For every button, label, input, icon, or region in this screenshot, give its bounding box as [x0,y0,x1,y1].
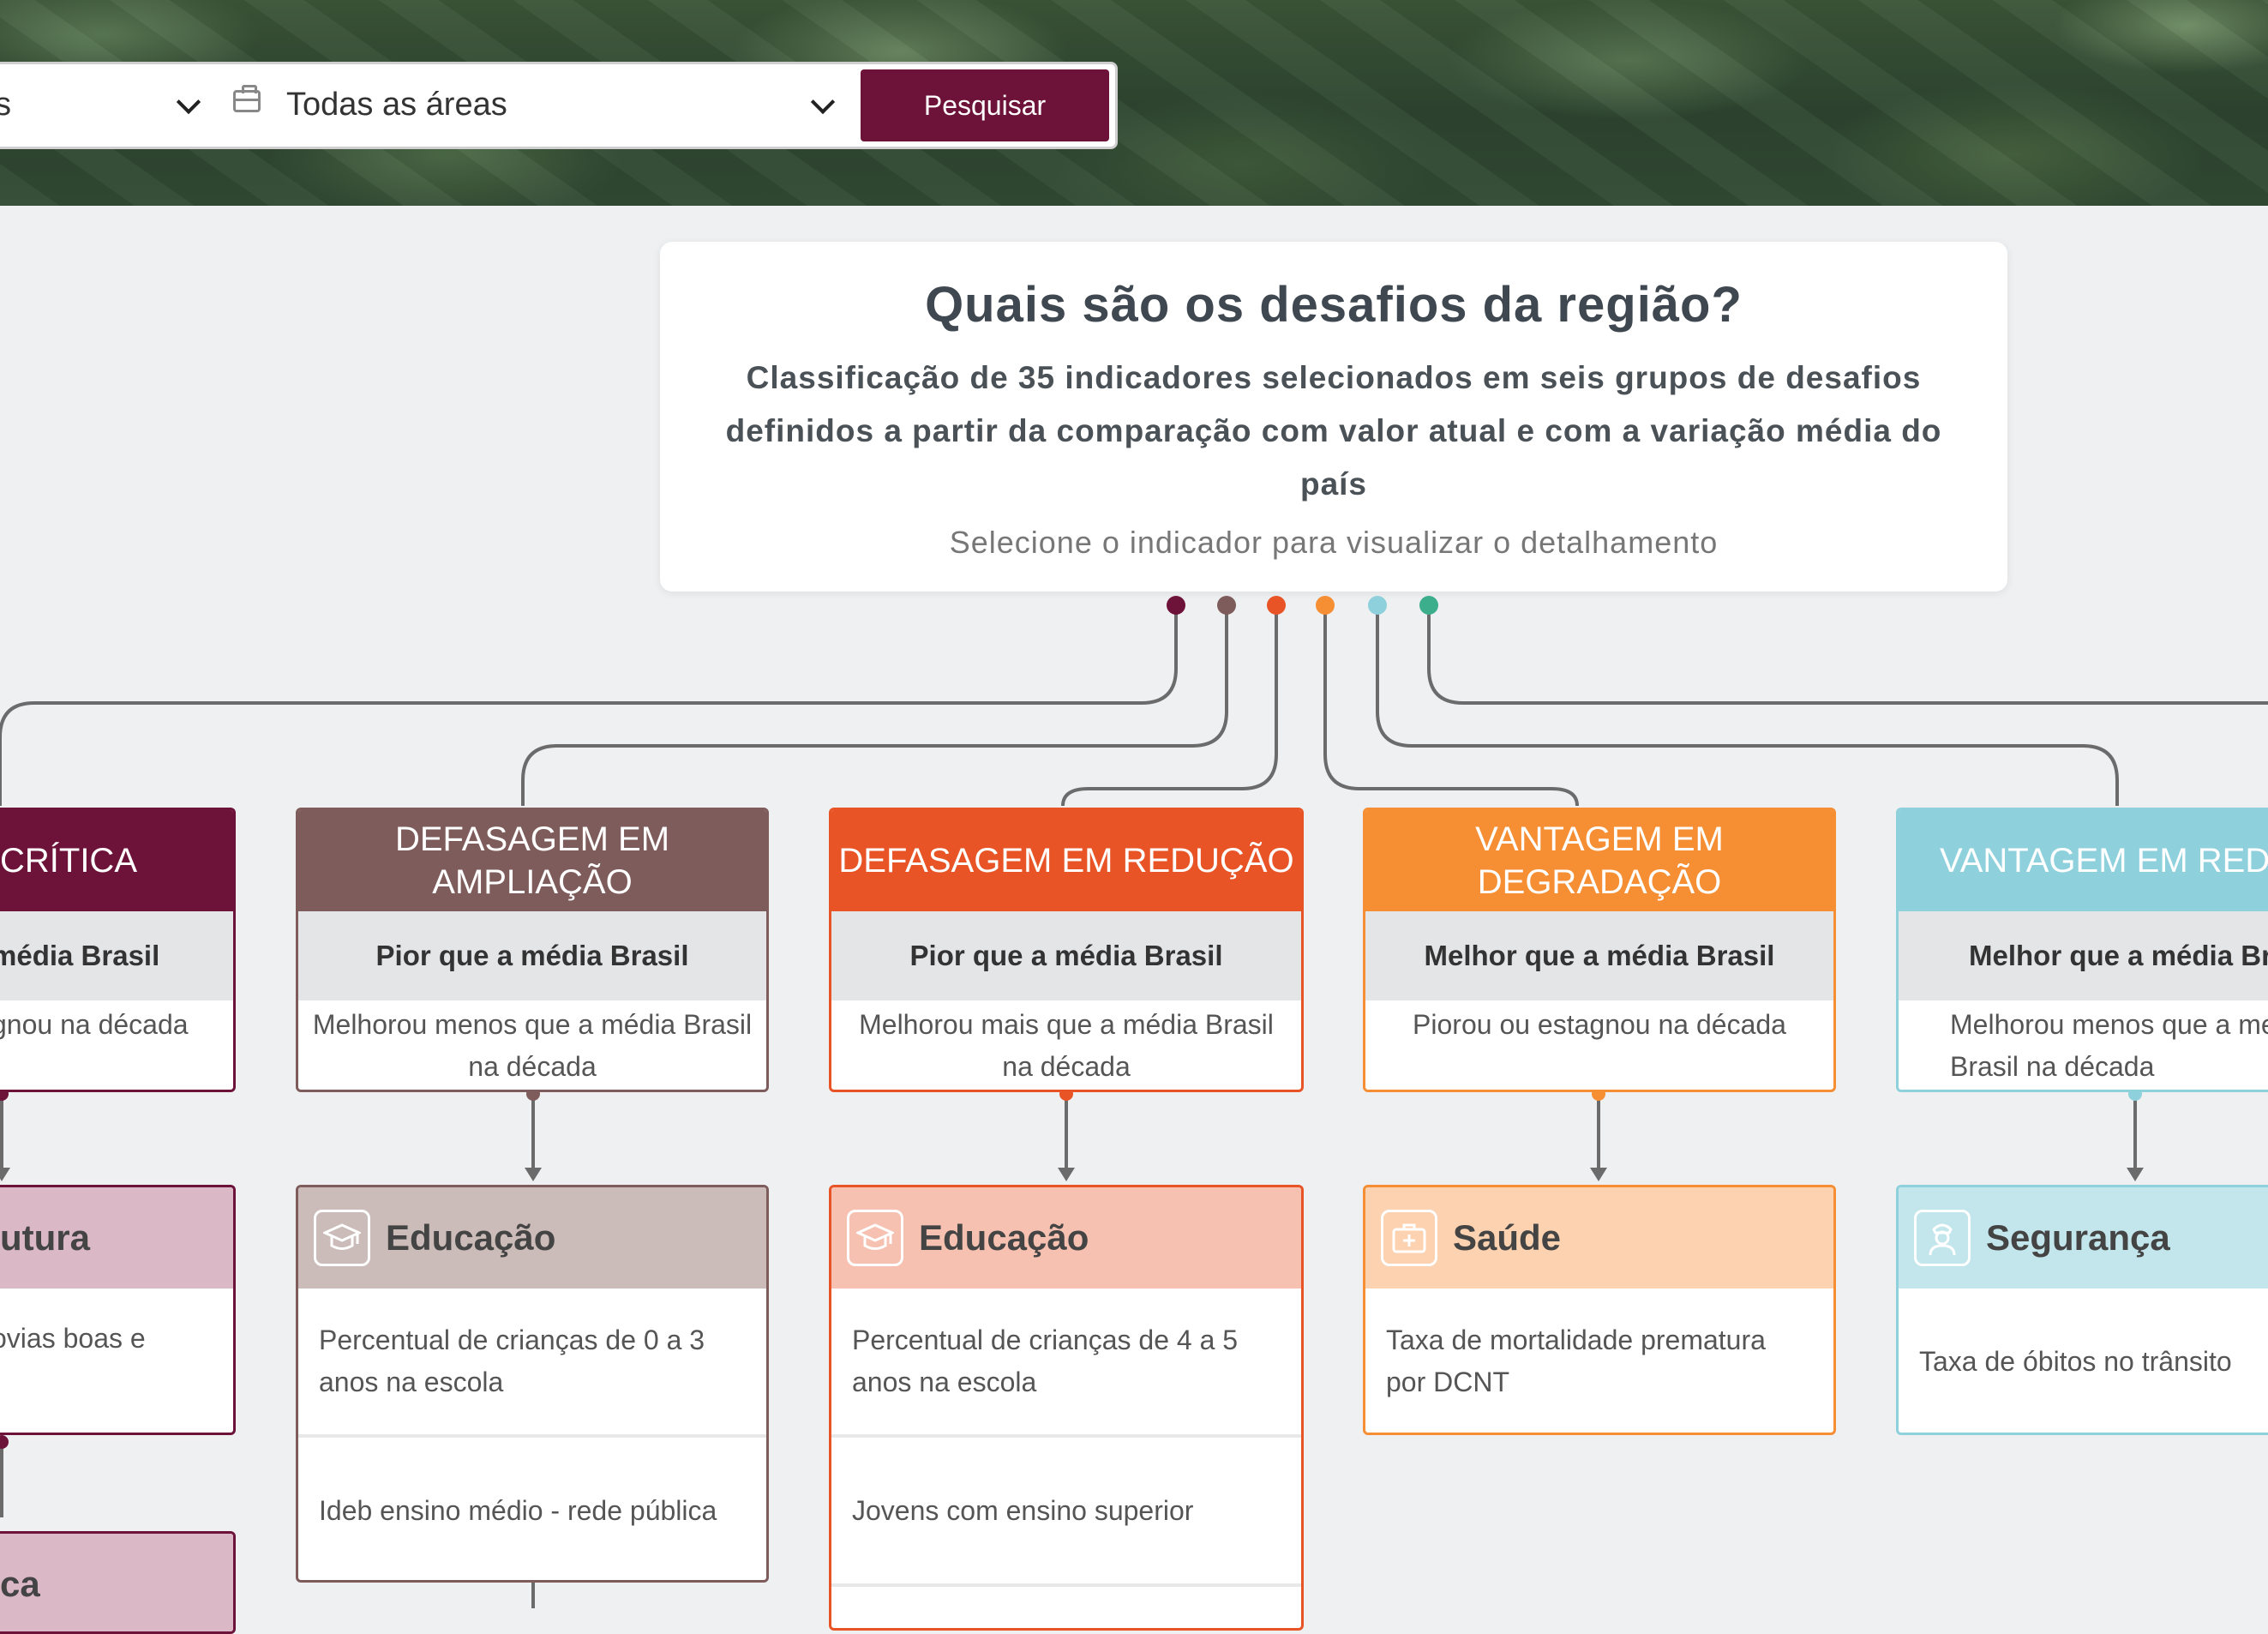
wire-reducao [1061,605,1278,807]
area-title: utura [0,1187,233,1289]
area-card-saude[interactable]: Saúde Taxa de mortalidade prematura por … [1363,1185,1836,1435]
indicator-item[interactable]: Taxa de mortalidade prematura por DCNT [1365,1289,1833,1433]
area-title: Educação [919,1217,1089,1258]
area-card-educacao-reducao[interactable]: Educação Percentual de crianças de 4 a 5… [829,1185,1304,1631]
group-card-vantagem-degradacao[interactable]: VANTAGEM EM DEGRADAÇÃO Melhor que a médi… [1363,808,1836,1092]
dot-vantagem-reducao [1368,596,1387,615]
area-card-critica-2[interactable]: ca [0,1531,236,1634]
dot-ampliacao [1217,596,1236,615]
group-variation: Melhorou mais que a média Brasil na déca… [859,1009,1274,1082]
area-header: Saúde [1365,1187,1833,1289]
area-header: Educação [298,1187,766,1289]
region-select-value[interactable]: s [0,87,11,123]
arrow-head [525,1168,542,1181]
indicator-item[interactable]: Taxa de óbitos no trânsito [1899,1289,2268,1433]
indicator-item-empty[interactable] [831,1583,1301,1628]
group-title: DEFASAGEM EM REDUÇÃO [831,810,1301,911]
chevron-down-icon[interactable] [810,89,836,115]
wire-vantagem-reducao [1376,605,2119,806]
wire-ampliacao [521,605,1228,806]
police-officer-icon [1914,1210,1971,1266]
group-card-defasagem-ampliacao[interactable]: DEFASAGEM EM AMPLIAÇÃO Pior que a média … [296,808,769,1092]
indicator-item[interactable]: ovias boas e [0,1289,233,1389]
briefcase-icon [233,85,261,112]
chevron-down-icon[interactable] [176,89,201,115]
group-title: DEFASAGEM EM AMPLIAÇÃO [298,810,766,911]
dot-degradacao [1316,596,1335,615]
dot-vantagem-extra [1419,596,1438,615]
wire-vantagem-extra [1427,605,2268,705]
dot-critica [1167,596,1185,615]
area-title: ca [0,1534,233,1631]
graduation-cap-icon [314,1210,370,1266]
area-select-value[interactable]: Todas as áreas [286,87,507,123]
group-card-vantagem-reducao[interactable]: VANTAGEM EM REDUÇ Melhor que a média Bra… [1896,808,2268,1092]
group-title: VANTAGEM EM DEGRADAÇÃO [1365,810,1833,911]
group-comparison: Melhor que a média Brasil [1365,911,1833,1000]
group-comparison: Melhor que a média Bra [1899,911,2268,1000]
area-header: Segurança [1899,1187,2268,1289]
group-title: VANTAGEM EM REDUÇ [1899,810,2268,911]
group-comparison: Pior que a média Brasil [298,911,766,1000]
dot-reducao [1267,596,1286,615]
area-title: Saúde [1453,1217,1562,1258]
indicator-item[interactable]: Percentual de crianças de 0 a 3 anos na … [298,1289,766,1434]
graduation-cap-icon [847,1210,903,1266]
group-card-defasagem-reducao[interactable]: DEFASAGEM EM REDUÇÃO Pior que a média Br… [829,808,1304,1092]
area-title: Educação [386,1217,556,1258]
area-card-seguranca[interactable]: Segurança Taxa de óbitos no trânsito [1896,1185,2268,1435]
indicator-item[interactable]: Percentual de crianças de 4 a 5 anos na … [831,1289,1301,1434]
group-variation: Melhorou menos que a média Brasil na déc… [312,1009,753,1082]
group-variation: Melhorou menos que a me Brasil na década [1950,1009,2268,1082]
wire-degradacao [1323,605,1579,807]
medical-kit-icon [1381,1210,1437,1266]
group-variation: Piorou ou estagnou na década [1413,1009,1786,1040]
search-bar: s Todas as áreas Pesquisar [0,62,1118,149]
indicator-item[interactable]: Jovens com ensino superior [831,1434,1301,1583]
dot-critica-out-2 [0,1435,9,1449]
group-comparison: Pior que a média Brasil [831,911,1301,1000]
area-header: Educação [831,1187,1301,1289]
wire-critica [0,605,1178,806]
indicator-item[interactable]: Ideb ensino médio - rede pública [298,1434,766,1580]
arrow-head [0,1168,10,1181]
area-card-educacao-ampliacao[interactable]: Educação Percentual de crianças de 0 a 3… [296,1185,769,1583]
arrow-head [1590,1168,1607,1181]
group-title: CRÍTICA [0,810,233,911]
group-card-critica[interactable]: CRÍTICA média Brasil gnou na década [0,808,236,1092]
arrow-head [2127,1168,2144,1181]
search-button[interactable]: Pesquisar [861,69,1109,141]
area-title: Segurança [1986,1217,2170,1258]
group-comparison: média Brasil [0,911,233,1000]
arrow-head [1058,1168,1075,1181]
area-card-critica[interactable]: utura ovias boas e [0,1185,236,1435]
group-variation: gnou na década [0,1009,189,1040]
